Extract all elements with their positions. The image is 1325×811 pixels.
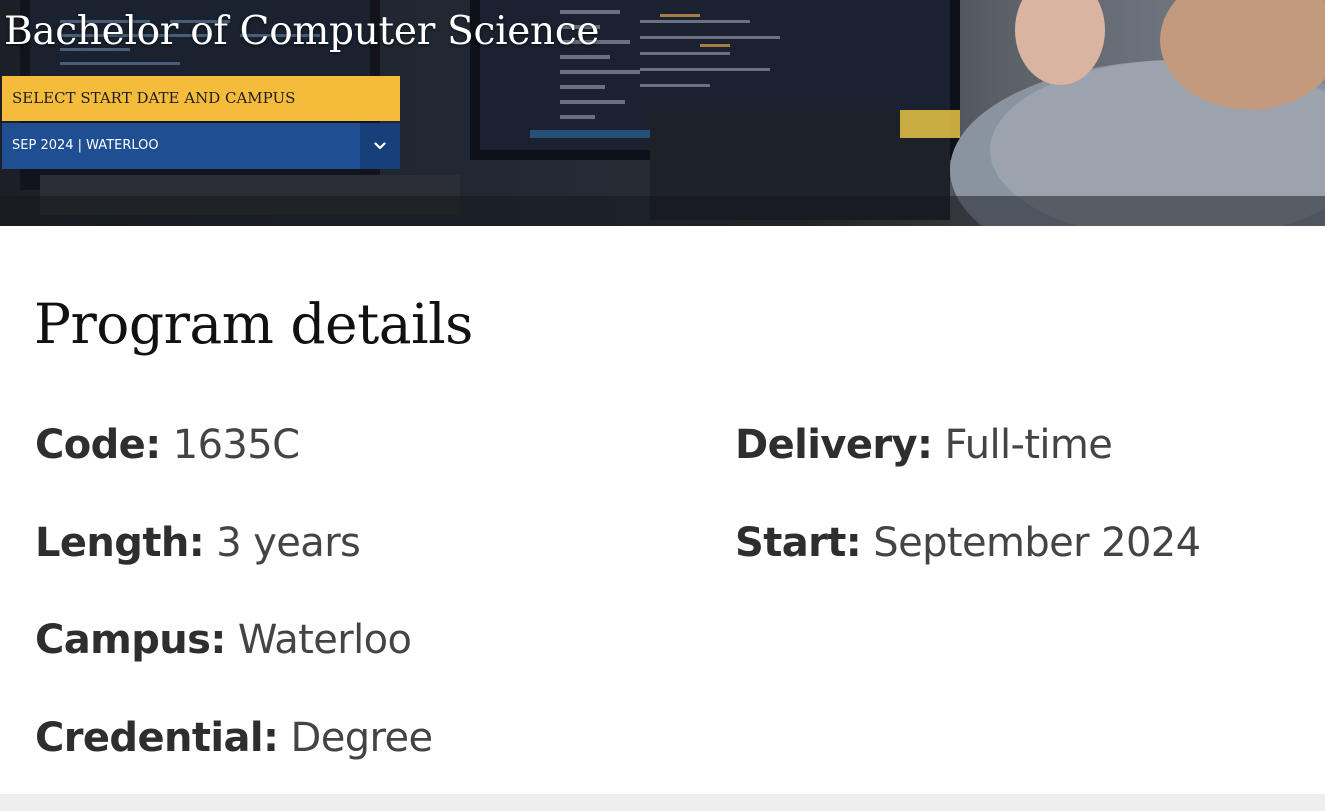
program-details-section: Program details Code: 1635C Length: 3 ye… xyxy=(0,226,1325,794)
page-footer-strip xyxy=(0,794,1325,811)
detail-length-label: Length: xyxy=(35,520,205,566)
detail-length: Length: 3 years xyxy=(35,515,361,571)
detail-delivery: Delivery: Full-time xyxy=(735,417,1113,473)
detail-campus-value: Waterloo xyxy=(237,617,412,663)
detail-campus: Campus: Waterloo xyxy=(35,612,412,668)
detail-length-value: 3 years xyxy=(216,520,361,566)
program-title: Bachelor of Computer Science xyxy=(4,9,600,54)
detail-credential-value: Degree xyxy=(290,715,434,761)
detail-start: Start: September 2024 xyxy=(735,515,1201,571)
detail-code: Code: 1635C xyxy=(35,417,300,473)
detail-delivery-value: Full-time xyxy=(944,422,1113,468)
detail-start-label: Start: xyxy=(735,520,862,566)
detail-credential-label: Credential: xyxy=(35,715,279,761)
selected-start-campus: SEP 2024 | WATERLOO xyxy=(12,138,159,153)
detail-start-value: September 2024 xyxy=(873,520,1201,566)
chevron-down-icon[interactable] xyxy=(360,123,400,169)
program-details-title: Program details xyxy=(34,292,473,356)
detail-credential: Credential: Degree xyxy=(35,710,433,766)
start-date-campus-select[interactable]: SEP 2024 | WATERLOO xyxy=(2,123,400,169)
detail-code-label: Code: xyxy=(35,422,161,468)
detail-delivery-label: Delivery: xyxy=(735,422,933,468)
select-start-label: SELECT START DATE AND CAMPUS xyxy=(2,76,400,121)
hero-banner: Bachelor of Computer Science SELECT STAR… xyxy=(0,0,1325,226)
detail-code-value: 1635C xyxy=(172,422,300,468)
detail-campus-label: Campus: xyxy=(35,617,226,663)
